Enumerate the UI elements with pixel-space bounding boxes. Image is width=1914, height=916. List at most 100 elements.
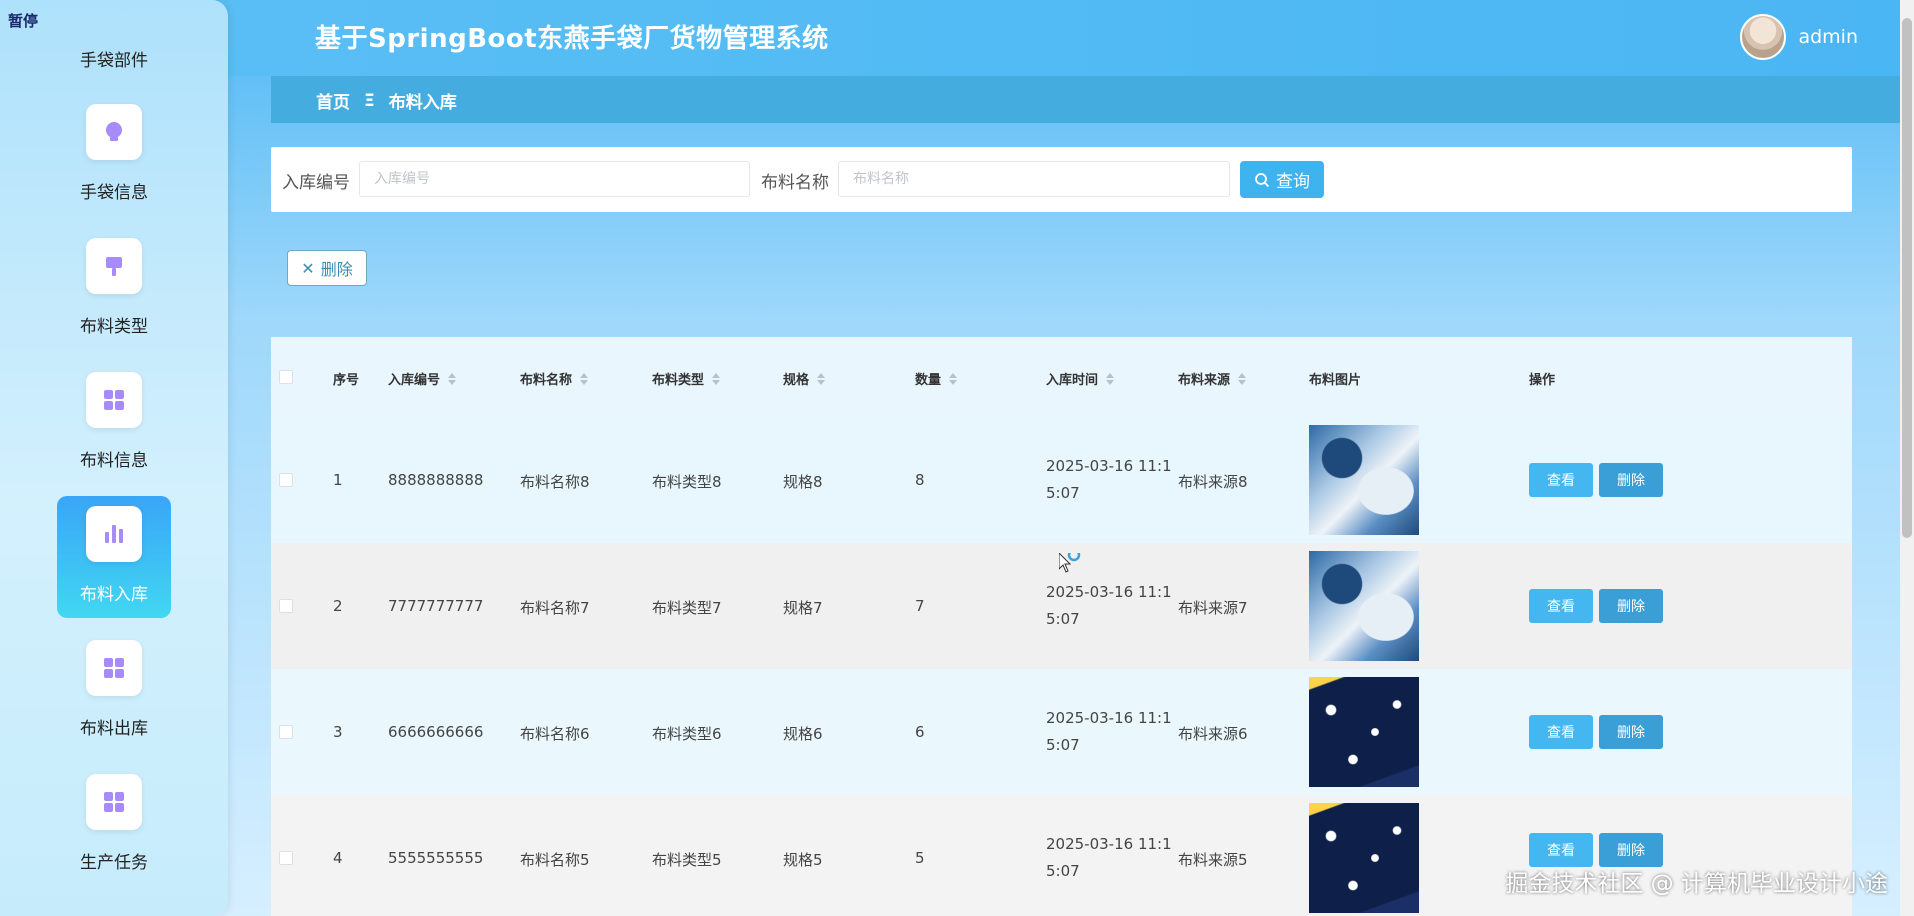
watermark: 掘金技术社区 @ 计算机毕业设计小途 xyxy=(1505,871,1888,897)
sidebar-item-label: 布料入库 xyxy=(80,585,148,605)
cell-spec: 规格8 xyxy=(783,473,823,491)
sort-icon xyxy=(1106,372,1115,385)
view-button[interactable]: 查看 xyxy=(1529,589,1593,623)
sidebar-item-production-task[interactable]: 生产任务 xyxy=(57,764,171,886)
lightbulb-icon xyxy=(86,104,142,160)
col-index: 序号 xyxy=(333,373,360,388)
search-icon xyxy=(1255,172,1270,187)
col-spec[interactable]: 规格 xyxy=(783,369,826,388)
cell-type: 布料类型8 xyxy=(652,473,722,491)
row-checkbox[interactable] xyxy=(279,599,293,613)
sidebar: 暂停 手袋部件 手袋信息 布料类型 布料信息 布料入库 布料出库 生产任务 xyxy=(0,0,228,916)
close-icon: ✕ xyxy=(301,258,315,278)
cell-time: 2025-03-16 11:1 5:07 xyxy=(1046,583,1172,628)
stock-in-code-label: 入库编号 xyxy=(282,173,350,193)
row-checkbox[interactable] xyxy=(279,851,293,865)
cell-index: 3 xyxy=(333,723,343,741)
cell-type: 布料类型7 xyxy=(652,599,722,617)
stock-in-table: 序号 入库编号 布料名称 布料类型 规格 数量 入库时间 布料来源 布料图片 操… xyxy=(271,337,1852,916)
search-button[interactable]: 查询 xyxy=(1240,161,1324,198)
sidebar-item-fabric-type[interactable]: 布料类型 xyxy=(57,228,171,350)
delete-button[interactable]: 删除 xyxy=(1599,715,1663,749)
cell-code: 8888888888 xyxy=(388,471,484,489)
cell-source: 布料来源6 xyxy=(1178,725,1248,743)
delete-button[interactable]: 删除 xyxy=(1599,833,1663,867)
cell-source: 布料来源7 xyxy=(1178,599,1248,617)
sort-icon xyxy=(580,372,589,385)
cell-qty: 6 xyxy=(915,723,925,741)
cell-spec: 规格5 xyxy=(783,851,823,869)
view-button[interactable]: 查看 xyxy=(1529,715,1593,749)
fabric-image[interactable] xyxy=(1309,677,1419,787)
cell-code: 6666666666 xyxy=(388,723,484,741)
sidebar-item-bag-info[interactable]: 手袋信息 xyxy=(57,94,171,216)
breadcrumb-separator: Ξ xyxy=(364,90,375,111)
col-source[interactable]: 布料来源 xyxy=(1178,369,1247,388)
sidebar-item-fabric-in[interactable]: 布料入库 xyxy=(57,496,171,618)
cell-spec: 规格7 xyxy=(783,599,823,617)
delete-button[interactable]: 删除 xyxy=(1599,589,1663,623)
fabric-image[interactable] xyxy=(1309,551,1419,661)
sidebar-item-label: 布料类型 xyxy=(80,317,148,337)
bar-chart-icon xyxy=(86,506,142,562)
sidebar-item-fabric-info[interactable]: 布料信息 xyxy=(57,362,171,484)
user-menu[interactable]: admin xyxy=(1740,14,1858,60)
fabric-image[interactable] xyxy=(1309,803,1419,913)
sidebar-item-label: 布料出库 xyxy=(80,719,148,739)
cell-code: 7777777777 xyxy=(388,597,484,615)
sidebar-item-label: 布料信息 xyxy=(80,451,148,471)
col-type[interactable]: 布料类型 xyxy=(652,369,721,388)
pause-tag: 暂停 xyxy=(8,12,39,30)
avatar[interactable] xyxy=(1740,14,1787,60)
scrollbar-thumb[interactable] xyxy=(1902,18,1912,538)
bulk-delete-button[interactable]: ✕ 删除 xyxy=(287,250,367,286)
search-button-label: 查询 xyxy=(1276,172,1310,192)
sidebar-item-fabric-out[interactable]: 布料出库 xyxy=(57,630,171,752)
delete-button[interactable]: 删除 xyxy=(1599,463,1663,497)
cell-index: 4 xyxy=(333,849,343,867)
col-image: 布料图片 xyxy=(1309,373,1362,388)
sort-icon xyxy=(448,372,457,385)
user-name[interactable]: admin xyxy=(1798,26,1858,48)
col-name[interactable]: 布料名称 xyxy=(520,369,589,388)
col-qty[interactable]: 数量 xyxy=(915,369,958,388)
table-row: 3 6666666666 布料名称6 布料类型6 规格6 6 2025-03-1… xyxy=(271,669,1852,795)
sort-icon xyxy=(1238,372,1247,385)
cell-spec: 规格6 xyxy=(783,725,823,743)
page-scrollbar[interactable] xyxy=(1900,0,1914,916)
cell-index: 1 xyxy=(333,471,343,489)
brush-icon xyxy=(86,238,142,294)
breadcrumb-home[interactable]: 首页 xyxy=(316,88,350,113)
select-all-checkbox[interactable] xyxy=(279,370,293,384)
breadcrumb: 首页 Ξ 布料入库 xyxy=(316,88,457,114)
cell-source: 布料来源5 xyxy=(1178,851,1248,869)
col-actions: 操作 xyxy=(1529,373,1556,388)
cell-code: 5555555555 xyxy=(388,849,484,867)
row-checkbox[interactable] xyxy=(279,725,293,739)
table-row: 1 8888888888 布料名称8 布料类型8 规格8 8 2025-03-1… xyxy=(271,417,1852,543)
cell-qty: 8 xyxy=(915,471,925,489)
grid-icon xyxy=(86,372,142,428)
row-checkbox[interactable] xyxy=(279,473,293,487)
stock-in-code-input[interactable] xyxy=(359,161,750,197)
col-code[interactable]: 入库编号 xyxy=(388,369,457,388)
cell-time: 2025-03-16 11:1 5:07 xyxy=(1046,709,1172,754)
cell-name: 布料名称8 xyxy=(520,473,590,491)
fabric-name-input[interactable] xyxy=(838,161,1230,197)
cell-name: 布料名称5 xyxy=(520,851,590,869)
fabric-image[interactable] xyxy=(1309,425,1419,535)
view-button[interactable]: 查看 xyxy=(1529,833,1593,867)
sort-icon xyxy=(712,372,721,385)
cell-name: 布料名称6 xyxy=(520,725,590,743)
cell-index: 2 xyxy=(333,597,343,615)
sidebar-item-bag-parts[interactable]: 手袋部件 xyxy=(0,46,228,71)
breadcrumb-current: 布料入库 xyxy=(388,93,457,113)
sort-icon xyxy=(817,372,826,385)
col-time[interactable]: 入库时间 xyxy=(1046,369,1115,388)
view-button[interactable]: 查看 xyxy=(1529,463,1593,497)
cell-time: 2025-03-16 11:1 5:07 xyxy=(1046,835,1172,880)
mouse-cursor-icon xyxy=(1059,553,1081,573)
grid-icon xyxy=(86,774,142,830)
table-header: 序号 入库编号 布料名称 布料类型 规格 数量 入库时间 布料来源 布料图片 操… xyxy=(271,337,1852,417)
cell-type: 布料类型6 xyxy=(652,725,722,743)
